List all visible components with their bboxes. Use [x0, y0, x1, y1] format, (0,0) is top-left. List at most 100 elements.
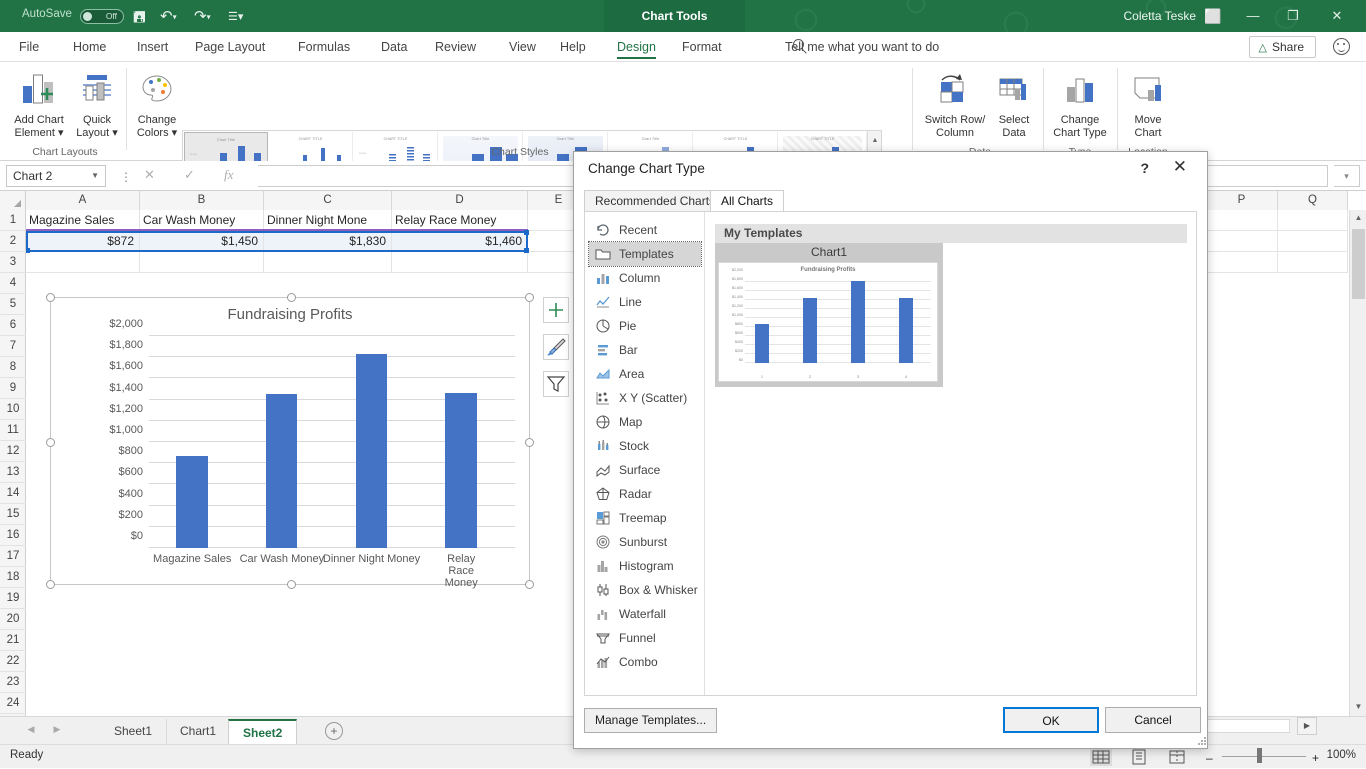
row-header-22[interactable]: 22 — [0, 651, 26, 672]
chart-type-surface[interactable]: Surface — [589, 458, 701, 482]
template-card-chart1[interactable]: Chart1 Fundraising Profits $0 $200 $400 … — [715, 243, 943, 387]
chart-type-recent[interactable]: Recent — [589, 218, 701, 242]
cell-p2[interactable] — [1206, 231, 1278, 252]
chart-handle-bc[interactable] — [287, 580, 296, 589]
chart-handle-tl[interactable] — [46, 293, 55, 302]
tab-insert[interactable]: Insert — [128, 32, 177, 62]
name-box[interactable]: Chart 2 ▼ — [6, 165, 106, 187]
chart-type-radar[interactable]: Radar — [589, 482, 701, 506]
close-icon[interactable]: ✕ — [1317, 0, 1357, 32]
cell-a2[interactable]: $872 — [26, 231, 140, 252]
chart-type-funnel[interactable]: Funnel — [589, 626, 701, 650]
row-header-18[interactable]: 18 — [0, 567, 26, 588]
chart-type-waterfall[interactable]: Waterfall — [589, 602, 701, 626]
tab-data[interactable]: Data — [372, 32, 416, 62]
gallery-scroll-up-icon[interactable]: ▲ — [868, 131, 882, 151]
chart-type-list[interactable]: Recent Templates Column Line Pie Bar Are… — [585, 212, 705, 695]
tab-recommended-charts[interactable]: Recommended Charts — [584, 190, 727, 212]
cell-q1[interactable] — [1278, 210, 1348, 231]
bar-dinner-night-money[interactable] — [355, 354, 387, 548]
row-header-9[interactable]: 9 — [0, 378, 26, 399]
row-header-1[interactable]: 1 — [0, 210, 26, 231]
cell-c3[interactable] — [264, 252, 392, 273]
tab-formulas[interactable]: Formulas — [289, 32, 359, 62]
chart-plot-area[interactable]: $0 $200 $400 $600 $800 $1,000 $1,200 $1,… — [109, 318, 515, 589]
chart-handle-bl[interactable] — [46, 580, 55, 589]
previous-sheet-icon[interactable]: ◀ — [22, 724, 40, 739]
zoom-out-icon[interactable]: – — [1206, 751, 1213, 765]
row-header-20[interactable]: 20 — [0, 609, 26, 630]
cell-d1[interactable]: Relay Race Money — [392, 210, 528, 231]
chart-type-pie[interactable]: Pie — [589, 314, 701, 338]
chart-type-treemap[interactable]: Treemap — [589, 506, 701, 530]
column-header-q[interactable]: Q — [1278, 191, 1348, 210]
expand-formula-bar-icon[interactable]: ▾ — [1334, 165, 1360, 187]
row-header-5[interactable]: 5 — [0, 294, 26, 315]
horizontal-scroll-right-icon[interactable]: ▶ — [1297, 717, 1317, 735]
zoom-slider-thumb[interactable] — [1257, 748, 1262, 763]
insert-function-icon[interactable]: fx — [224, 167, 233, 183]
row-header-14[interactable]: 14 — [0, 483, 26, 504]
column-header-b[interactable]: B — [140, 191, 264, 210]
sheet-tab-sheet1[interactable]: Sheet1 — [100, 719, 168, 744]
chart-type-combo[interactable]: Combo — [589, 650, 701, 674]
cell-q3[interactable] — [1278, 252, 1348, 273]
next-sheet-icon[interactable]: ▶ — [48, 724, 66, 739]
bar-relay-race-money[interactable] — [445, 393, 477, 548]
row-header-8[interactable]: 8 — [0, 357, 26, 378]
bar-car-wash-money[interactable] — [266, 394, 298, 548]
chart-type-stock[interactable]: Stock — [589, 434, 701, 458]
manage-templates-button[interactable]: Manage Templates... — [584, 708, 718, 733]
vertical-scrollbar[interactable]: ▲ ▼ — [1349, 210, 1366, 716]
row-header-3[interactable]: 3 — [0, 252, 26, 273]
scroll-down-icon[interactable]: ▼ — [1350, 699, 1366, 716]
normal-view-icon[interactable] — [1090, 748, 1112, 766]
row-header-21[interactable]: 21 — [0, 630, 26, 651]
ribbon-display-options-icon[interactable]: ⬜ — [1193, 0, 1233, 32]
row-header-7[interactable]: 7 — [0, 336, 26, 357]
zoom-slider-track[interactable] — [1222, 756, 1306, 757]
tab-format[interactable]: Format — [673, 32, 731, 62]
row-header-19[interactable]: 19 — [0, 588, 26, 609]
row-header-4[interactable]: 4 — [0, 273, 26, 294]
chart-type-box-whisker[interactable]: Box & Whisker — [589, 578, 701, 602]
tab-all-charts[interactable]: All Charts — [710, 190, 785, 212]
column-header-c[interactable]: C — [264, 191, 392, 210]
cell-d2[interactable]: $1,460 — [392, 231, 528, 252]
cancel-button[interactable]: Cancel — [1105, 707, 1201, 733]
chart-handle-tr[interactable] — [525, 293, 534, 302]
cell-p3[interactable] — [1206, 252, 1278, 273]
zoom-level[interactable]: 100% — [1327, 749, 1356, 761]
zoom-in-icon[interactable]: + — [1312, 751, 1319, 765]
chart-type-map[interactable]: Map — [589, 410, 701, 434]
vertical-scroll-thumb[interactable] — [1352, 229, 1365, 299]
cell-b2[interactable]: $1,450 — [140, 231, 264, 252]
ok-button[interactable]: OK — [1003, 707, 1099, 733]
switch-row-column-button[interactable]: Switch Row/Column — [922, 68, 988, 139]
cell-c2[interactable]: $1,830 — [264, 231, 392, 252]
chart-handle-ml[interactable] — [46, 438, 55, 447]
tell-me-box[interactable]: Tell me what you want to do — [755, 32, 939, 62]
cell-a3[interactable] — [26, 252, 140, 273]
page-break-preview-icon[interactable] — [1166, 748, 1188, 766]
tab-file[interactable]: File — [10, 32, 48, 62]
tab-design[interactable]: Design — [608, 32, 665, 62]
enter-icon[interactable]: ✓ — [184, 167, 195, 183]
scroll-up-icon[interactable]: ▲ — [1350, 210, 1366, 227]
quick-layout-button[interactable]: Quick Layout ▾ — [66, 68, 128, 139]
row-header-17[interactable]: 17 — [0, 546, 26, 567]
row-header-6[interactable]: 6 — [0, 315, 26, 336]
sheet-tab-sheet2[interactable]: Sheet2 — [228, 719, 298, 744]
change-colors-button[interactable]: Change Colors ▾ — [126, 68, 188, 139]
cell-b3[interactable] — [140, 252, 264, 273]
select-data-button[interactable]: Select Data — [990, 68, 1038, 139]
tab-view[interactable]: View — [500, 32, 545, 62]
cell-b1[interactable]: Car Wash Money — [140, 210, 264, 231]
minimize-icon[interactable]: — — [1233, 0, 1273, 32]
tab-help[interactable]: Help — [551, 32, 595, 62]
move-chart-button[interactable]: Move Chart — [1122, 68, 1174, 139]
row-header-23[interactable]: 23 — [0, 672, 26, 693]
chart-type-area[interactable]: Area — [589, 362, 701, 386]
cancel-icon[interactable]: ✕ — [144, 167, 155, 183]
add-chart-element-button[interactable]: Add Chart Element ▾ — [8, 68, 70, 139]
